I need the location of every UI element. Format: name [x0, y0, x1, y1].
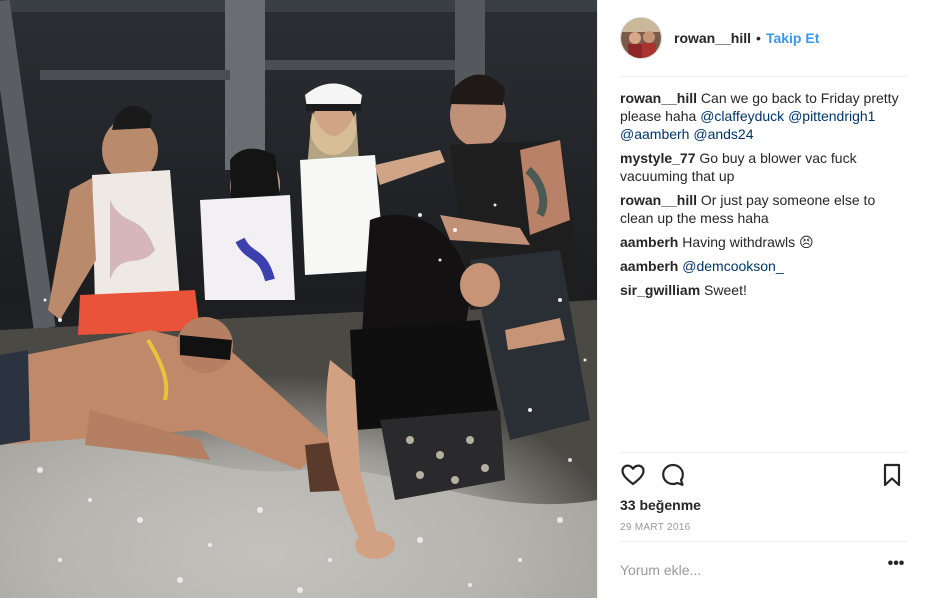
post-side-panel: rowan__hill • Takip Et rowan__hill Can w… [597, 0, 931, 598]
avatar[interactable] [620, 17, 662, 59]
mention-link[interactable]: @aamberh [620, 126, 689, 142]
add-comment-input[interactable] [620, 556, 870, 584]
mention-link[interactable]: @claffeyduck [700, 108, 784, 124]
comments-list: rowan__hill Can we go back to Friday pre… [620, 89, 908, 305]
comment-text: Sweet! [700, 282, 747, 298]
comment-item: sir_gwilliam Sweet! [620, 281, 908, 299]
heart-outline-icon[interactable] [620, 462, 648, 490]
comment-item: aamberh @demcookson_ [620, 257, 908, 275]
likes-count[interactable]: 33 beğenme [620, 497, 701, 513]
actions-bar [620, 462, 907, 490]
header-separator: • [756, 30, 761, 46]
bookmark-icon[interactable] [879, 462, 907, 490]
comment-username-link[interactable]: sir_gwilliam [620, 282, 700, 298]
comment-username-link[interactable]: aamberh [620, 258, 678, 274]
comment-item: rowan__hill Or just pay someone else to … [620, 191, 908, 227]
mention-link[interactable]: @ands24 [693, 126, 753, 142]
more-options-icon[interactable]: ••• [885, 556, 907, 579]
header-divider [620, 76, 907, 77]
party-photo-image [0, 0, 597, 598]
actions-divider [620, 452, 907, 453]
post-photo[interactable] [0, 0, 597, 598]
add-comment-divider [620, 541, 907, 542]
post-header: rowan__hill • Takip Et [598, 0, 931, 76]
comment-username-link[interactable]: rowan__hill [620, 192, 697, 208]
comment-item: aamberh Having withdrawls 😣 [620, 233, 908, 251]
comment-item: mystyle_77 Go buy a blower vac fuck vacu… [620, 149, 908, 185]
comment-username-link[interactable]: mystyle_77 [620, 150, 696, 166]
comment-item: rowan__hill Can we go back to Friday pre… [620, 89, 908, 143]
mention-link[interactable]: @demcookson_ [682, 258, 783, 274]
comment-username-link[interactable]: rowan__hill [620, 90, 697, 106]
emoji-persevering-face-icon: 😣 [798, 234, 814, 250]
comment-username-link[interactable]: aamberh [620, 234, 678, 250]
follow-button[interactable]: Takip Et [766, 30, 819, 46]
header-username-link[interactable]: rowan__hill [674, 30, 751, 46]
mention-link[interactable]: @pittendrigh1 [788, 108, 875, 124]
comment-text: Having withdrawls [678, 234, 799, 250]
avatar-image [621, 18, 661, 58]
speech-bubble-icon[interactable] [660, 462, 688, 490]
post-date[interactable]: 29 MART 2016 [620, 522, 691, 533]
instagram-post: rowan__hill • Takip Et rowan__hill Can w… [0, 0, 931, 598]
